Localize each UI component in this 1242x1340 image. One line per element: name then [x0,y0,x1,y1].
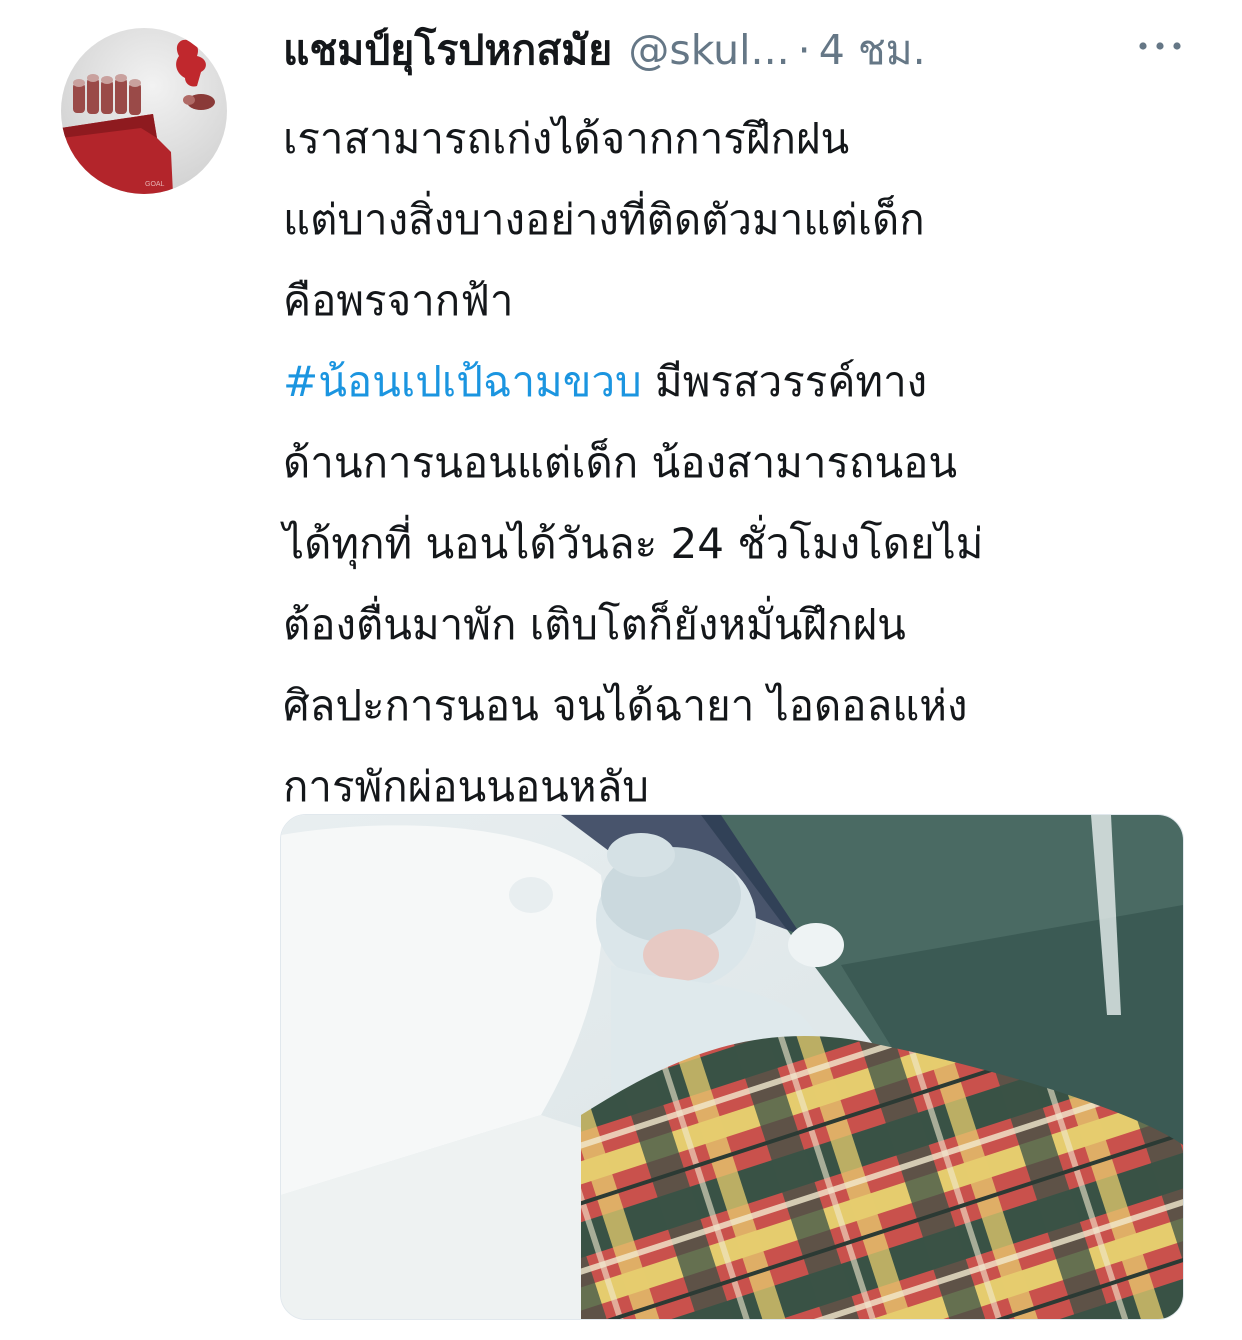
tweet-header: แชมป์ยุโรปหกสมัย @skul... · 4 ชม. [283,20,1183,80]
user-avatar[interactable]: GOAL [61,28,227,194]
tweet-photo[interactable] [280,814,1184,1320]
timestamp[interactable]: 4 ชม. [819,18,926,83]
tweet-text-intro: เราสามารถเก่งได้จากการฝึกฝน แต่บางสิ่งบา… [283,114,925,325]
avatar-logo-text: GOAL [145,181,165,188]
hashtag-link[interactable]: #น้อนเปเป้ฉามขวบ [283,357,642,406]
more-horizontal-icon[interactable] [1135,28,1185,68]
tweet: GOAL แชมป์ยุโรปหกสมัย @skul... · 4 ชม. เ… [0,0,1242,1340]
separator-dot: · [797,26,811,74]
tweet-text: เราสามารถเก่งได้จากการฝึกฝน แต่บางสิ่งบา… [283,98,1193,827]
user-handle[interactable]: @skul... [628,26,789,74]
display-name[interactable]: แชมป์ยุโรปหกสมัย [283,18,612,83]
tweet-text-rest: มีพรสวรรค์ทาง ด้านการนอนแต่เด็ก น้องสามา… [283,357,984,811]
